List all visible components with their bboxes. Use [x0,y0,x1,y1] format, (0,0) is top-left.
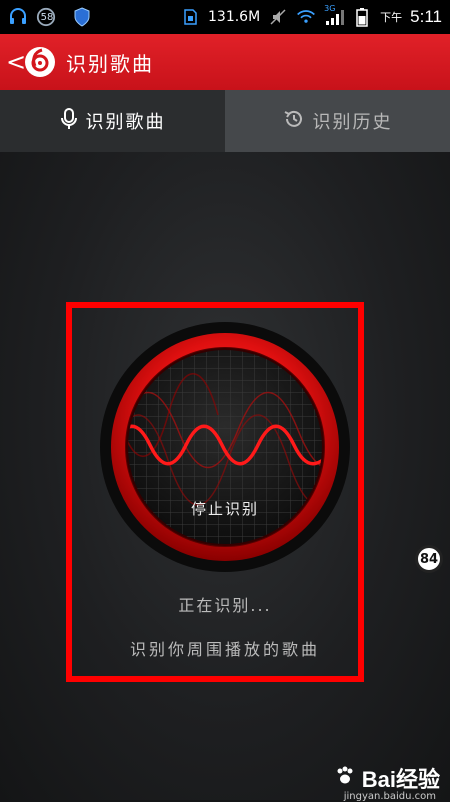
network-type: 3G [324,4,336,13]
mute-icon [268,7,288,27]
battery-icon [352,7,372,27]
microphone-icon [60,107,78,135]
sim-icon [180,7,200,27]
watermark-url: jingyan.baidu.com [343,791,436,802]
notification-count: 58 [40,11,54,23]
stop-recognition-label[interactable]: 停止识别 [150,498,300,519]
clock: 5:11 [410,7,442,26]
data-usage: 131.6M [208,9,261,25]
recognition-hint: 识别你周围播放的歌曲 [129,640,320,659]
floating-counter-badge[interactable]: 84 [415,545,443,573]
tab-history[interactable]: 识别历史 [225,90,450,152]
shield-icon [72,7,92,27]
paw-icon [334,765,356,791]
netease-music-logo[interactable] [24,46,56,78]
wifi-icon [296,7,316,27]
tab-identify-song[interactable]: 识别歌曲 [0,90,225,152]
recognition-status: 正在识别... [178,596,272,615]
ampm-label: 下午 [380,11,403,24]
watermark: Bai经验 [334,762,440,794]
recognition-button[interactable] [98,320,352,574]
page-title: 识别歌曲 [66,51,154,76]
status-bar: 58 131.6M 3G 下午 5:11 [0,0,450,34]
history-icon [283,108,305,135]
recognition-panel: 停止识别 正在识别... 识别你周围播放的歌曲 84 Bai经验 jingyan… [0,152,450,802]
tab-label: 识别历史 [312,112,393,133]
tab-label: 识别歌曲 [85,112,166,133]
headset-icon [8,7,28,27]
watermark-brand: Bai经验 [361,767,440,792]
back-button[interactable]: < [6,48,26,76]
app-header: < 识别歌曲 [0,34,450,90]
signal-icon: 3G [324,4,345,27]
tab-bar: 识别歌曲 识别历史 [0,90,450,152]
